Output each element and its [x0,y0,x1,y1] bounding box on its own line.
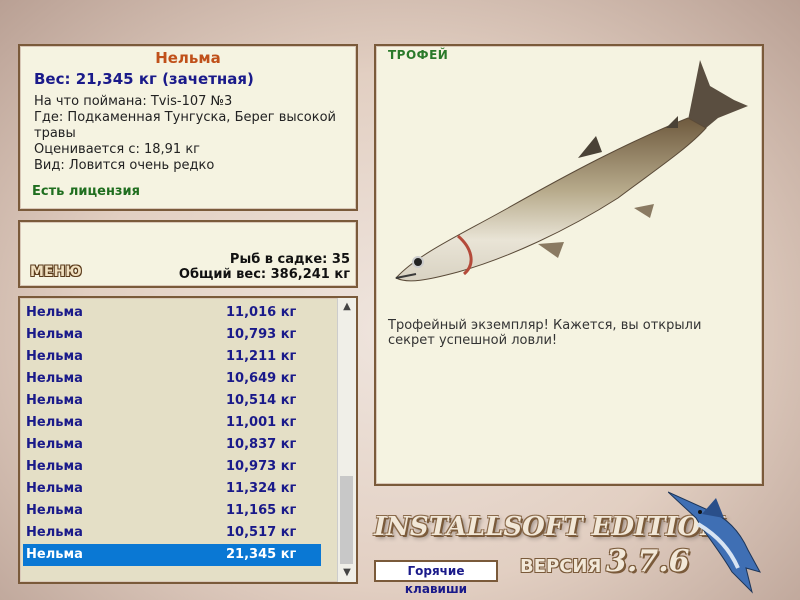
marlin-logo-icon [668,491,762,594]
list-item-name: Нельма [26,327,83,342]
hotkeys-button[interactable]: Горячие клавиши [374,560,498,596]
chevron-up-icon[interactable]: ▲ [338,298,356,316]
chevron-down-icon[interactable]: ▼ [338,564,356,582]
list-item-weight: 11,324 кг [226,481,297,496]
list-scrollbar[interactable]: ▲ ▼ [337,298,356,582]
list-item[interactable]: Нельма 10,649 кг [23,368,321,390]
list-item[interactable]: Нельма 11,211 кг [23,346,321,368]
keepnet-panel: МЕНЮ Рыб в садке: 35 Общий вес: 386,241 … [18,220,358,288]
version-label: ВЕРСИЯ [520,556,602,577]
list-item-weight: 11,211 кг [226,349,297,364]
list-item[interactable]: Нельма 10,837 кг [23,434,321,456]
total-weight: Общий вес: 386,241 кг [178,267,350,282]
fish-tail [688,60,748,128]
list-item-weight: 11,016 кг [226,305,297,320]
fish-name-title: Нельма [155,49,221,67]
fish-eye [412,256,424,268]
fish-ventral-fin [538,242,564,258]
list-item-weight: 11,001 кг [226,415,297,430]
list-item-weight: 10,649 кг [226,371,297,386]
kind-info: Вид: Ловится очень редко [34,158,215,173]
list-item-name: Нельма [26,525,83,540]
list-item-name: Нельма [26,349,83,364]
list-item-name: Нельма [26,459,83,474]
fish-weight: Вес: 21,345 кг (зачетная) [34,70,254,88]
list-item-weight: 10,793 кг [226,327,297,342]
trophy-description: Трофейный экземпляр! Кажется, вы открыли… [388,318,702,348]
list-item-name: Нельма [26,393,83,408]
license-status: Есть лицензия [32,184,140,199]
location-info: Где: Подкаменная Тунгуска, Берег высокой… [34,110,336,141]
list-item-weight: 11,165 кг [226,503,297,518]
list-item-name: Нельма [26,503,83,518]
list-item-name: Нельма [26,415,83,430]
scrollbar-thumb[interactable] [340,476,353,564]
list-item[interactable]: Нельма 11,165 кг [23,500,321,522]
list-item-name: Нельма [26,481,83,496]
list-item-weight: 10,514 кг [226,393,297,408]
list-item[interactable]: Нельма 10,793 кг [23,324,321,346]
list-item[interactable]: Нельма 10,517 кг [23,522,321,544]
list-item-selected[interactable]: Нельма 21,345 кг [23,544,321,566]
fish-anal-fin [634,204,654,218]
fish-image [395,60,748,282]
list-item[interactable]: Нельма 11,016 кг [23,302,321,324]
list-item-weight: 10,973 кг [226,459,297,474]
list-item-name: Нельма [26,305,83,320]
bait-info: На что поймана: Tvis-107 №3 [34,94,233,109]
list-item[interactable]: Нельма 10,973 кг [23,456,321,478]
valued-from-info: Оценивается с: 18,91 кг [34,142,201,157]
list-item[interactable]: Нельма 11,001 кг [23,412,321,434]
fish-dorsal-fin [578,136,602,158]
list-item-name: Нельма [26,371,83,386]
catch-list: Нельма 11,016 кг Нельма 10,793 кг Нельма 11,2… [18,296,358,584]
list-item[interactable]: Нельма 11,324 кг [23,478,321,500]
list-item-name: Нельма [26,547,83,562]
keepnet-stats: Рыб в садке: 35 Общий вес: 386,241 кг [179,252,350,282]
list-item-weight: 21,345 кг [226,547,297,562]
list-item[interactable]: Нельма 10,514 кг [23,390,321,412]
list-item-weight: 10,517 кг [226,525,297,540]
list-item-name: Нельма [26,437,83,452]
fish-info-panel: Нельма Вес: 21,345 кг (зачетная) На что … [18,44,358,211]
fish-body [395,117,707,282]
trophy-panel: ТРОФЕЙ Трофейный экземпляр! Кажется, вы … [374,44,764,486]
menu-button[interactable]: МЕНЮ [30,264,82,280]
fish-count: Рыб в садке: 35 [229,252,350,267]
list-item-weight: 10,837 кг [226,437,297,452]
